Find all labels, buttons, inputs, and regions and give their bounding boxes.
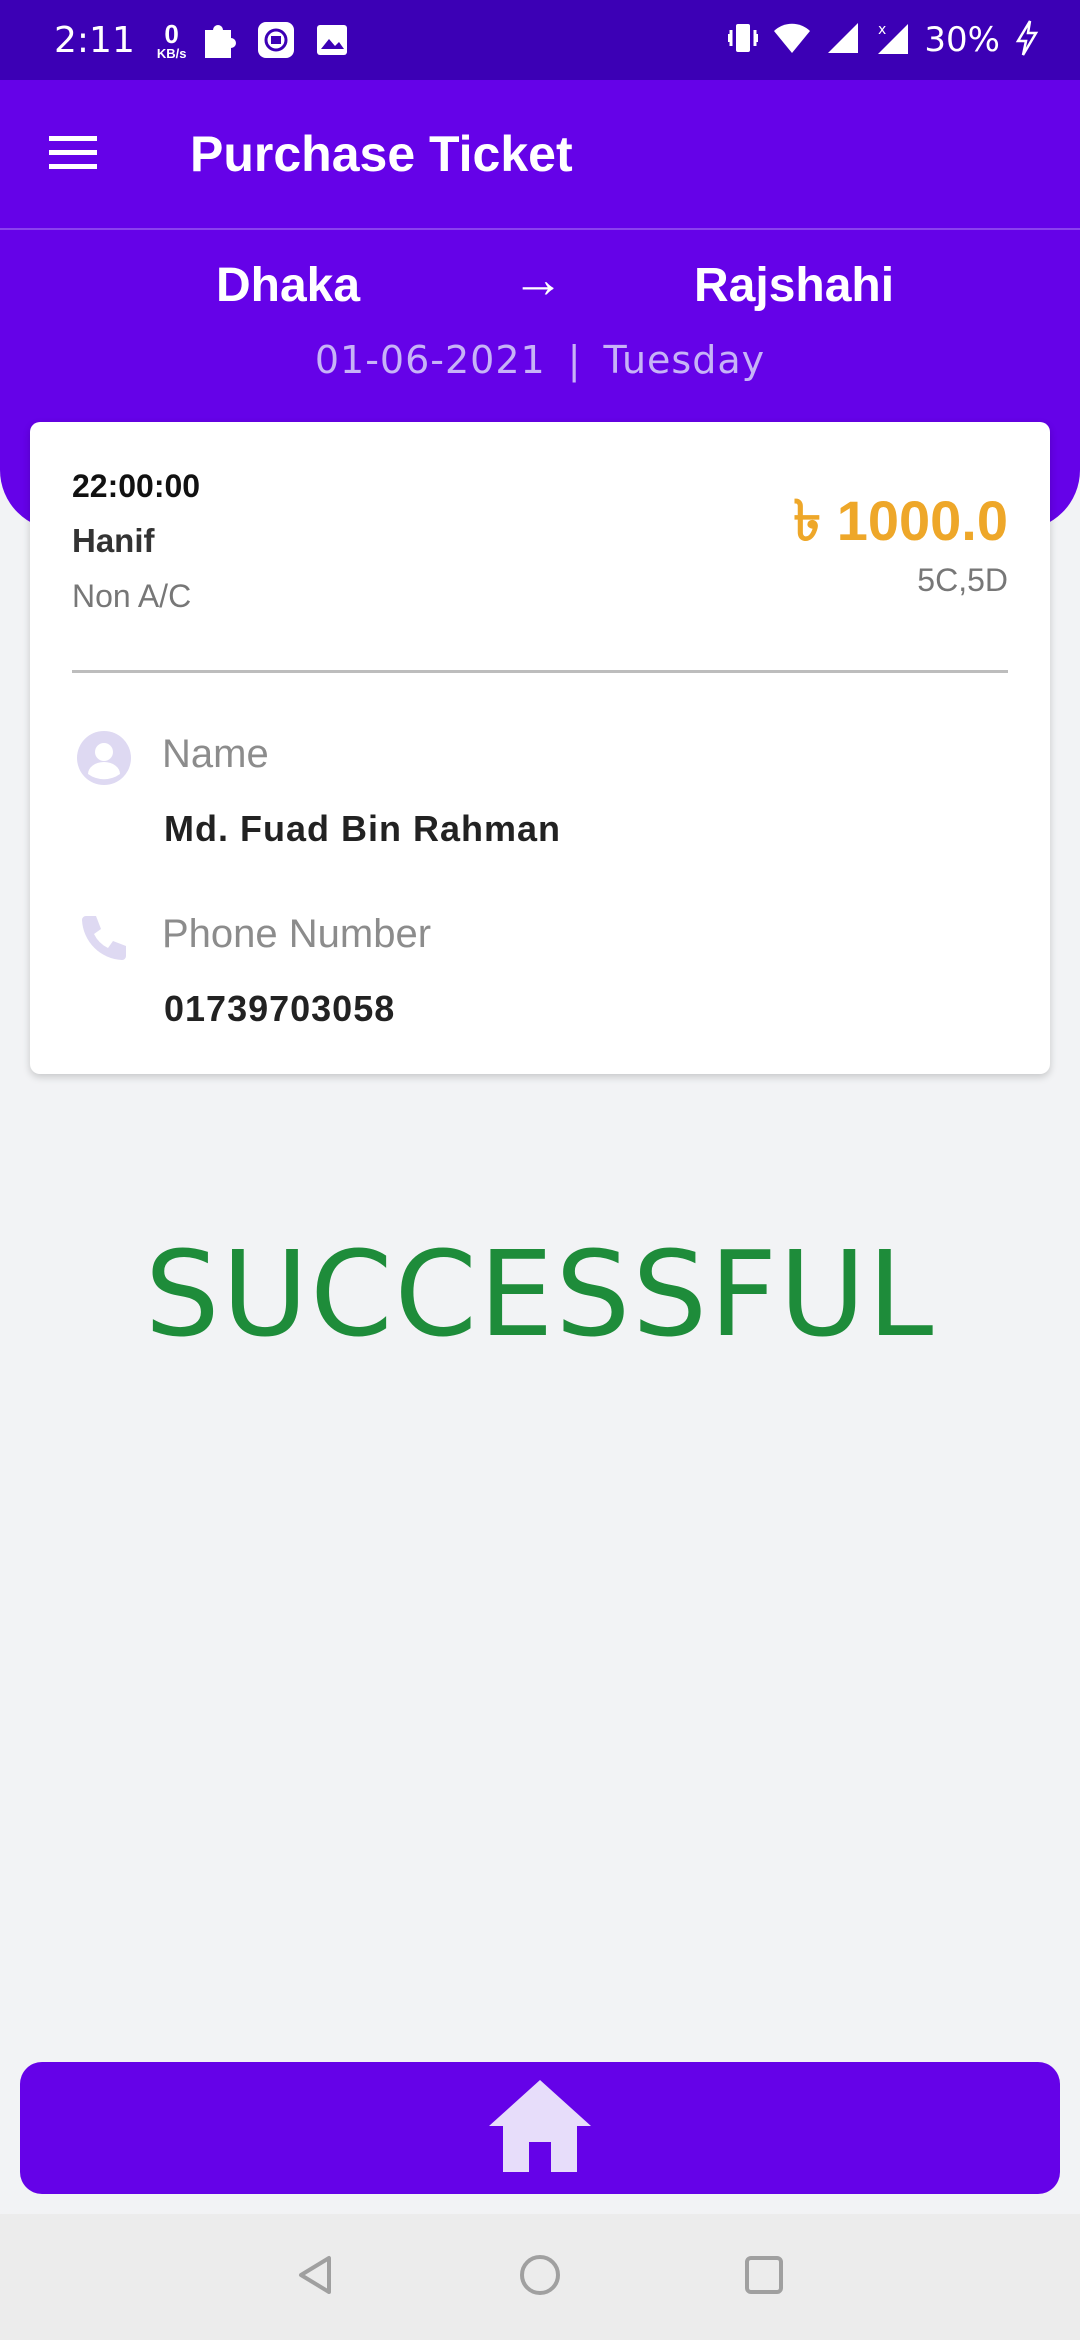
card-divider [72, 670, 1008, 673]
signal-no-data-icon: x [874, 20, 910, 61]
back-button[interactable] [274, 2235, 358, 2319]
date-separator: | [567, 338, 582, 382]
net-speed-value: 0 [164, 18, 179, 49]
travel-date: 01-06-2021 [314, 338, 546, 382]
route-arrow-icon: → [512, 251, 564, 309]
phone-label: Phone Number [162, 912, 432, 956]
system-navigation-bar [0, 2214, 1080, 2340]
origin-city: Dhaka [216, 259, 361, 312]
home-circle-icon [517, 2252, 563, 2303]
image-icon [312, 20, 352, 60]
phone-icon [76, 910, 132, 966]
hamburger-menu-icon [47, 132, 99, 177]
home-icon [485, 2076, 595, 2181]
destination-city: Rajshahi [694, 259, 895, 312]
battery-level: 30% [924, 20, 1000, 60]
status-right-group: x 30% [726, 19, 1040, 62]
app-bar: Purchase Ticket [0, 80, 1080, 228]
name-label: Name [162, 732, 269, 776]
charging-icon [1014, 19, 1040, 62]
ticket-price: ৳ 1000.0 [793, 489, 1008, 552]
recents-square-icon [741, 2252, 787, 2303]
signal-icon [826, 21, 860, 60]
status-bar: 2:11 0 KB/s x 30% [0, 0, 1080, 80]
header-divider [0, 228, 1080, 230]
status-time: 2:11 [54, 19, 135, 61]
account-circle-icon [76, 730, 132, 786]
passenger-name: Md. Fuad Bin Rahman [164, 808, 561, 849]
recents-button[interactable] [722, 2235, 806, 2319]
net-speed-unit: KB/s [156, 45, 187, 61]
travel-day: Tuesday [603, 338, 766, 382]
net-speed: 0 KB/s [157, 21, 187, 60]
ticket-card: 22:00:00 Hanif Non A/C ৳ 1000.0 5C,5D Na… [30, 422, 1050, 1074]
coach-type: Non A/C [72, 578, 192, 614]
seat-numbers: 5C,5D [917, 562, 1008, 598]
phone-number: 01739703058 [164, 988, 396, 1029]
menu-button[interactable] [0, 80, 130, 228]
vibrate-icon [726, 20, 760, 61]
success-message: SUCCESSFUL [144, 1225, 936, 1363]
svg-text:x: x [878, 22, 886, 38]
bus-operator: Hanif [72, 522, 155, 559]
travel-date-row: 01-06-2021 | Tuesday [0, 338, 1080, 382]
departure-time: 22:00:00 [72, 468, 201, 504]
wifi-icon [772, 21, 812, 60]
page-title: Purchase Ticket [190, 126, 573, 182]
puzzle-icon [200, 20, 240, 60]
sync-icon [256, 20, 296, 60]
home-nav-button[interactable] [498, 2235, 582, 2319]
back-triangle-icon [293, 2252, 339, 2303]
home-button[interactable] [20, 2062, 1060, 2194]
